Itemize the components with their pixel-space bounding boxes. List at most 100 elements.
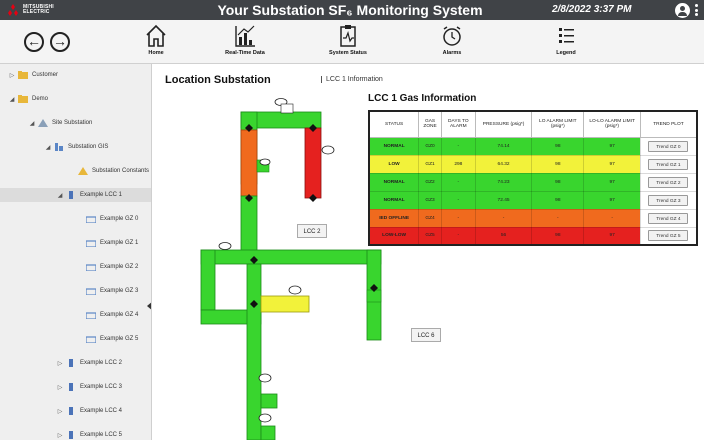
real-time-data-button[interactable]: Real-Time Data (220, 23, 270, 63)
tree-item-example-lcc-1[interactable]: ◢ Example LCC 1 (0, 188, 151, 202)
table-cell-days: - (440, 226, 476, 246)
tree-item-label: Example GZ 2 (100, 264, 139, 270)
system-status-button[interactable]: System Status (324, 23, 372, 63)
table-cell-zone: GZ4 (418, 208, 442, 228)
table-row: IED OFFLINE GZ4- - - - Trend GZ 4 (368, 208, 698, 228)
gis-icon (55, 143, 63, 151)
alarms-button[interactable]: Alarms (432, 23, 472, 63)
trend-plot-button[interactable]: Trend GZ 1 (648, 158, 689, 170)
tree-item-label: Example GZ 1 (100, 240, 139, 246)
trend-plot-button[interactable]: Trend GZ 3 (648, 194, 689, 206)
gas-zone-gz5[interactable] (304, 127, 322, 199)
trend-plot-button[interactable]: Trend GZ 2 (648, 176, 689, 188)
legend-icon (559, 28, 574, 43)
table-cell-lolo: 97 (583, 190, 641, 210)
tree-item-example-gz-3[interactable]: Example GZ 3 (84, 284, 138, 298)
site-icon (38, 119, 48, 127)
collapse-arrow-icon[interactable]: ◢ (56, 192, 64, 199)
gas-zone-icon (86, 288, 96, 295)
tree-item-example-lcc-4[interactable]: ▷ Example LCC 4 (56, 404, 122, 418)
table-cell-zone: GZ1 (418, 154, 442, 174)
tree-item-substation-constants[interactable]: Substation Constants (68, 164, 149, 178)
tree-item-label: Example GZ 0 (100, 216, 139, 222)
table-cell-days: - (440, 136, 476, 156)
tree-item-example-gz-5[interactable]: Example GZ 5 (84, 332, 138, 346)
tree-item-example-lcc-5[interactable]: ▷ Example LCC 5 (56, 428, 122, 440)
gas-zone-gz2[interactable] (200, 195, 382, 341)
diamonds-logo-icon (8, 4, 18, 16)
expand-arrow-icon[interactable]: ▷ (56, 384, 64, 391)
gas-zone-icon (86, 240, 96, 247)
table-cell-days: - (440, 208, 476, 228)
table-cell-lolo: 97 (583, 154, 641, 174)
table-cell-pressure: - (474, 208, 533, 228)
table-cell-trend: Trend GZ 1 (639, 154, 698, 174)
user-avatar-icon[interactable] (675, 3, 690, 18)
tree-item-label: Example LCC 3 (80, 384, 123, 390)
lcc-icon (69, 383, 73, 391)
tree-item-label: Example LCC 2 (80, 360, 123, 366)
tree-item-customer[interactable]: ▷ Customer (8, 68, 58, 82)
table-row: LOW GZ1 298 64.32 98 97 Trend GZ 1 (368, 154, 698, 174)
lcc-icon (69, 191, 73, 199)
gas-zone-icon (86, 312, 96, 319)
back-button[interactable]: ← (24, 32, 44, 52)
forward-button[interactable]: → (50, 32, 70, 52)
column-header: PRESSURE (psig*) (474, 110, 533, 138)
collapse-arrow-icon[interactable]: ◢ (8, 96, 16, 103)
table-cell-lolo: 97 (583, 136, 641, 156)
tree-item-demo[interactable]: ◢ Demo (8, 92, 48, 106)
gas-info-title: LCC 1 Gas Information (368, 93, 477, 104)
tree-item-example-gz-2[interactable]: Example GZ 2 (84, 260, 138, 274)
home-button[interactable]: Home (138, 23, 174, 63)
system-status-label: System Status (329, 50, 367, 56)
tree-item-label: Substation Constants (92, 168, 150, 174)
more-menu-icon[interactable] (694, 4, 698, 16)
tree-item-substation-gis[interactable]: ◢ Substation GIS (44, 140, 108, 154)
expand-arrow-icon[interactable]: ▷ (56, 360, 64, 367)
expand-arrow-icon[interactable]: ▷ (8, 72, 16, 79)
tree-item-example-lcc-3[interactable]: ▷ Example LCC 3 (56, 380, 122, 394)
logo-text-line2: ELECTRIC (23, 9, 50, 15)
gas-zone-icon (86, 216, 96, 223)
table-cell-pressure: 74.14 (474, 136, 533, 156)
gas-zone-gz3[interactable] (246, 263, 278, 440)
tree-item-example-lcc-2[interactable]: ▷ Example LCC 2 (56, 356, 122, 370)
column-header: TREND PLOT (639, 110, 698, 138)
tree-item-example-gz-4[interactable]: Example GZ 4 (84, 308, 138, 322)
trend-plot-button[interactable]: Trend GZ 4 (648, 212, 689, 224)
tree-item-site-substation[interactable]: ◢ Site Substation (28, 116, 92, 130)
table-cell-days: - (440, 172, 476, 192)
collapse-arrow-icon[interactable]: ◢ (28, 120, 36, 127)
collapse-arrow-icon[interactable]: ◢ (44, 144, 52, 151)
trend-plot-button[interactable]: Trend GZ 5 (648, 230, 689, 242)
trend-plot-button[interactable]: Trend GZ 0 (648, 140, 689, 152)
lcc-6-button[interactable]: LCC 6 (411, 328, 441, 342)
gas-zone-gz4[interactable] (240, 129, 258, 197)
main-panel: Location Substation LCC 1 Information LC… (153, 64, 704, 440)
table-cell-lo: 98 (531, 136, 585, 156)
tree-item-label: Demo (32, 96, 49, 102)
legend-button[interactable]: Legend (546, 23, 586, 63)
sidebar-collapse-icon[interactable] (147, 301, 151, 311)
tree-item-example-gz-0[interactable]: Example GZ 0 (84, 212, 138, 226)
expand-arrow-icon[interactable]: ▷ (56, 432, 64, 439)
table-cell-days: 298 (440, 154, 476, 174)
table-cell-pressure: 64.32 (474, 154, 533, 174)
alarms-label: Alarms (442, 50, 462, 56)
table-cell-lolo: 97 (583, 226, 641, 246)
tree-item-label: Customer (32, 72, 59, 78)
lcc-icon (69, 431, 73, 439)
breadcrumb[interactable]: LCC 1 Information (321, 76, 383, 83)
navigation-tree: ▷ Customer ◢ Demo ◢ Site Substation ◢ Su… (0, 64, 152, 440)
table-row: NORMAL GZ0-74.14 98 97 Trend GZ 0 (368, 136, 698, 156)
column-header: LO-LO ALARM LIMIT (psig*) (583, 110, 641, 138)
expand-arrow-icon[interactable]: ▷ (56, 408, 64, 415)
lcc-icon (69, 359, 73, 367)
table-cell-lolo: 97 (583, 172, 641, 192)
gas-information-table: STATUS GAS ZONE DAYS TO ALARM PRESSURE (… (368, 110, 698, 246)
tree-item-example-gz-1[interactable]: Example GZ 1 (84, 236, 138, 250)
legend-label: Legend (556, 50, 576, 56)
lcc-2-button[interactable]: LCC 2 (297, 224, 327, 238)
gas-zone-gz1[interactable] (260, 295, 310, 313)
